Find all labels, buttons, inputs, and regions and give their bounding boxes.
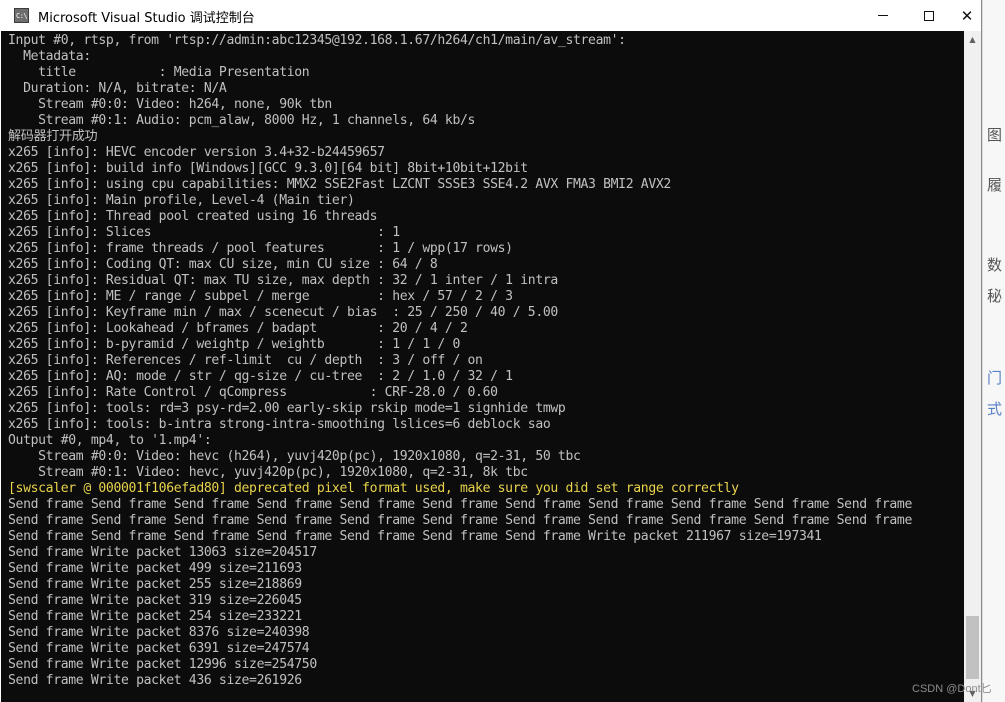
scrollbar-thumb[interactable] [966,616,979,679]
minimize-button[interactable] [860,0,906,31]
console-line: x265 [info]: References / ref-limit cu /… [8,353,483,368]
console-line: Send frame Write packet 12996 size=25475… [8,657,317,672]
console-line: x265 [info]: ME / range / subpel / merge… [8,289,513,304]
background-glyph: 门 [986,369,1002,387]
console-line: title : Media Presentation [8,65,310,80]
console-line: x265 [info]: Lookahead / bframes / badap… [8,321,468,336]
window-title: Microsoft Visual Studio 调试控制台 [38,11,255,26]
console-line: Metadata: [8,49,91,64]
console-line: 解码器打开成功 [8,129,98,144]
watermark: CSDN @Dont匕 [912,683,992,695]
background-glyph: 数 [986,256,1002,274]
console-line: Send frame Write packet 319 size=226045 [8,593,302,608]
console-line: Stream #0:0: Video: h264, none, 90k tbn [8,97,332,112]
console-output[interactable]: Input #0, rtsp, from 'rtsp://admin:abc12… [1,31,964,702]
console-line: x265 [info]: build info [Windows][GCC 9.… [8,161,528,176]
close-button[interactable]: ✕ [952,0,982,31]
console-line: Stream #0:1: Audio: pcm_alaw, 8000 Hz, 1… [8,113,476,128]
console-line: Send frame Write packet 8376 size=240398 [8,625,310,640]
console-line: Send frame Write packet 13063 size=20451… [8,545,317,560]
console-line: Send frame Send frame Send frame Send fr… [8,497,912,512]
console-line: Send frame Send frame Send frame Send fr… [8,529,822,544]
console-line: Input #0, rtsp, from 'rtsp://admin:abc12… [8,33,626,48]
console-line: x265 [info]: Rate Control / qCompress : … [8,385,498,400]
minimize-icon [878,15,888,16]
console-app-icon: C:\ [14,8,29,23]
console-line: Send frame Send frame Send frame Send fr… [8,513,912,528]
background-glyph: 秘 [986,287,1002,305]
console-line: Send frame Write packet 436 size=261926 [8,673,302,688]
console-line: x265 [info]: Coding QT: max CU size, min… [8,257,438,272]
console-line: x265 [info]: Keyframe min / max / scenec… [8,305,558,320]
vertical-scrollbar[interactable]: ▲ ▼ [964,31,981,702]
console-line: x265 [info]: using cpu capabilities: MMX… [8,177,671,192]
console-line: Send frame Write packet 499 size=211693 [8,561,302,576]
maximize-icon [924,10,934,21]
close-icon: ✕ [960,6,974,25]
console-line: x265 [info]: HEVC encoder version 3.4+32… [8,145,385,160]
background-app-edge: 图 履 数 秘 门 式 [982,0,1005,702]
console-line: Send frame Write packet 255 size=218869 [8,577,302,592]
console-line: Send frame Write packet 6391 size=247574 [8,641,310,656]
console-line: x265 [info]: Slices : 1 [8,225,400,240]
console-line: x265 [info]: Thread pool created using 1… [8,209,378,224]
console-line: Stream #0:1: Video: hevc, yuvj420p(pc), … [8,465,528,480]
console-line: x265 [info]: Main profile, Level-4 (Main… [8,193,355,208]
title-bar[interactable]: C:\ Microsoft Visual Studio 调试控制台 ✕ [0,0,981,31]
scroll-up-arrow-icon[interactable]: ▲ [964,31,981,48]
console-line: x265 [info]: Residual QT: max TU size, m… [8,273,558,288]
console-line: x265 [info]: tools: b-intra strong-intra… [8,417,551,432]
console-warning-line: [swscaler @ 000001f106efad80] deprecated… [8,481,739,496]
console-line: Output #0, mp4, to '1.mp4': [8,433,212,448]
maximize-button[interactable] [906,0,952,31]
console-line: Send frame Write packet 254 size=233221 [8,609,302,624]
console-line: Stream #0:0: Video: hevc (h264), yuvj420… [8,449,581,464]
background-glyph: 履 [986,176,1002,194]
console-line: Duration: N/A, bitrate: N/A [8,81,227,96]
debug-console-window: C:\ Microsoft Visual Studio 调试控制台 ✕ Inpu… [0,0,982,702]
console-line: x265 [info]: AQ: mode / str / qg-size / … [8,369,513,384]
background-glyph: 图 [986,126,1002,144]
console-line: x265 [info]: tools: rd=3 psy-rd=2.00 ear… [8,401,566,416]
console-line: x265 [info]: frame threads / pool featur… [8,241,513,256]
console-line: x265 [info]: b-pyramid / weightp / weigh… [8,337,460,352]
background-glyph: 式 [986,400,1002,418]
console-lines: Input #0, rtsp, from 'rtsp://admin:abc12… [8,33,912,689]
